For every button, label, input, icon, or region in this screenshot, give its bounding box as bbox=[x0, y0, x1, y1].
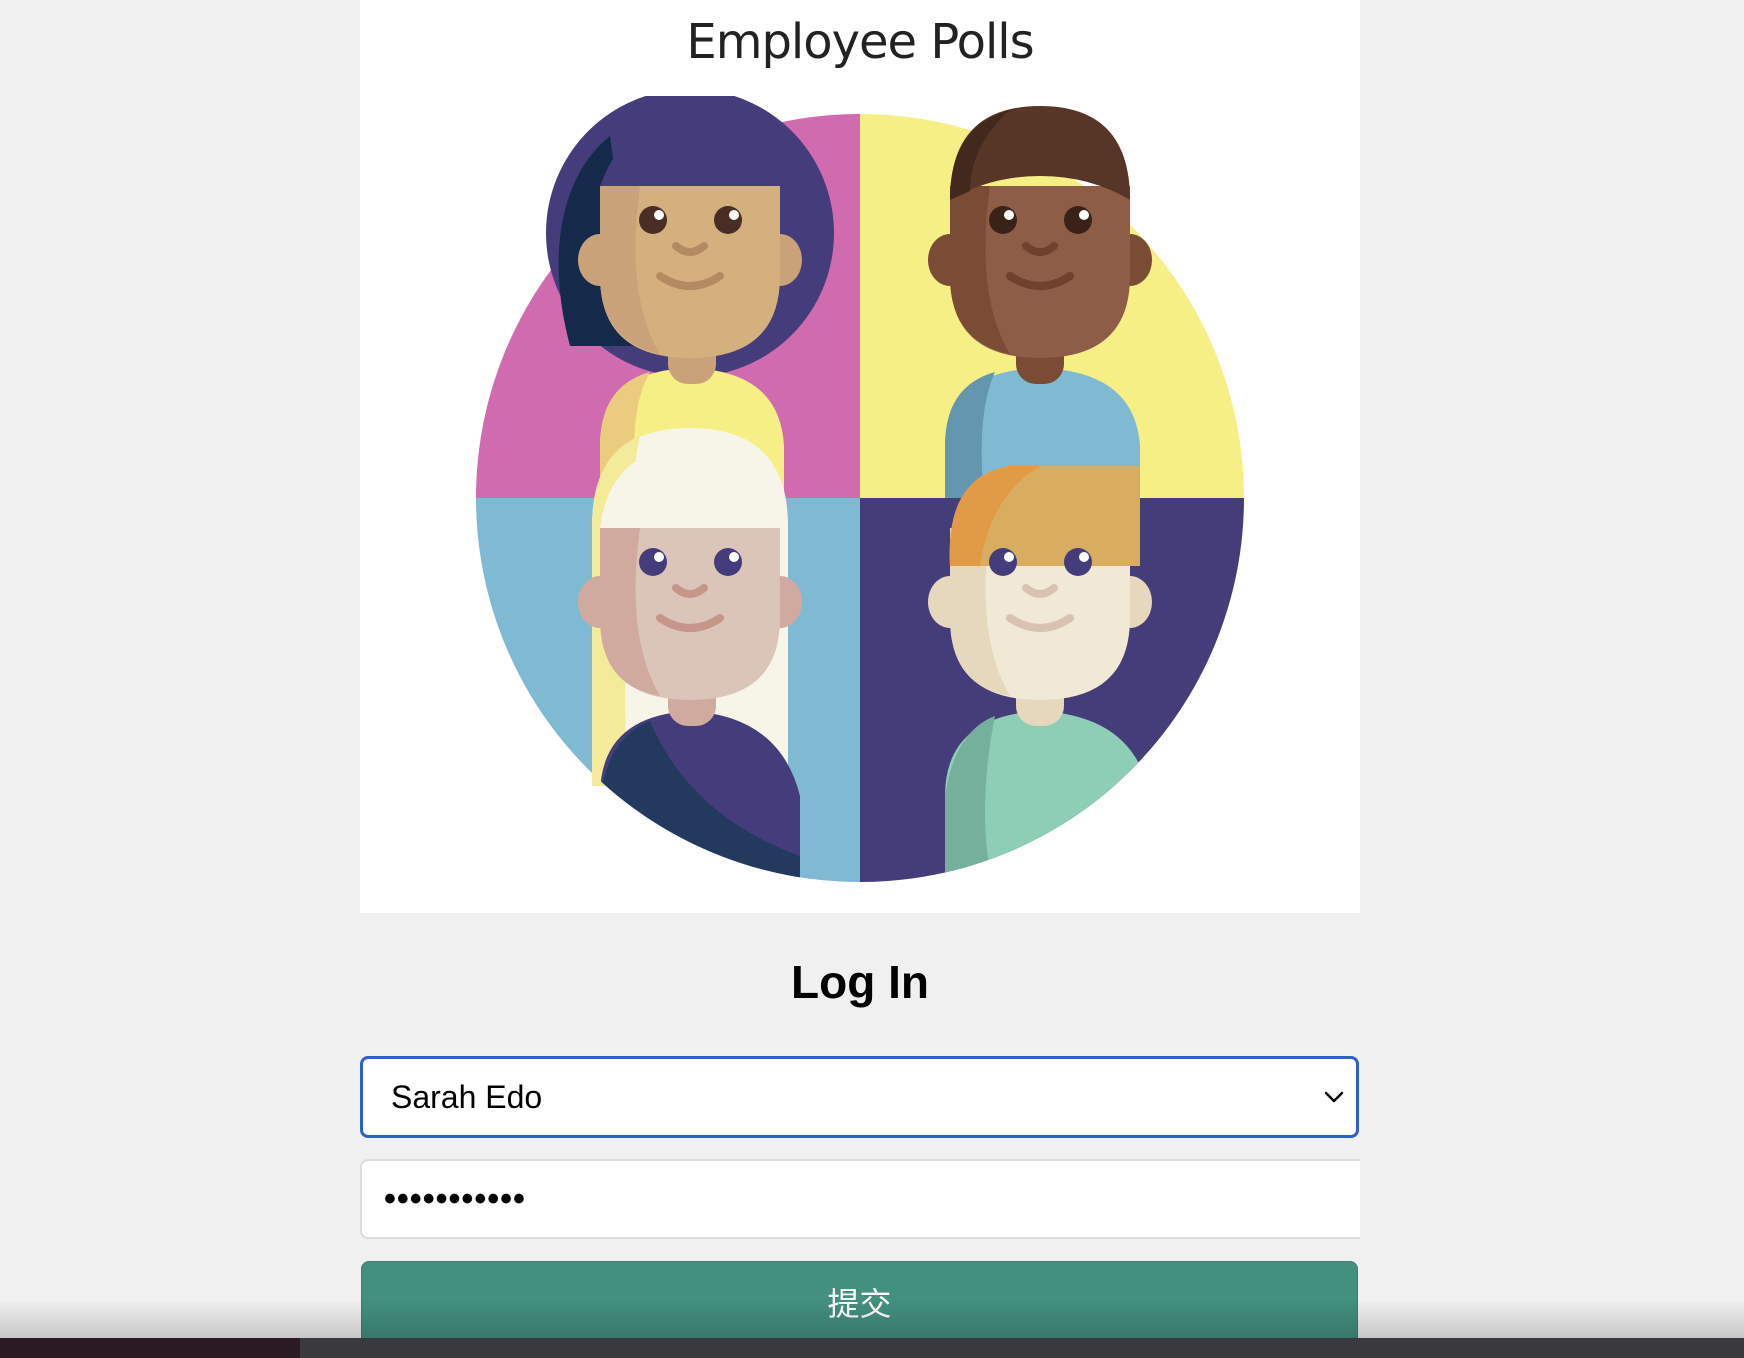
taskbar bbox=[0, 1338, 1744, 1358]
app-title: Employee Polls bbox=[686, 14, 1034, 70]
page: Employee Polls Log In Sarah Edo ••••••••… bbox=[0, 0, 1744, 1358]
login-heading: Log In bbox=[791, 956, 929, 1008]
user-select[interactable]: Sarah Edo bbox=[360, 1056, 1359, 1138]
hero-banner: Employee Polls bbox=[360, 0, 1360, 913]
avatar-3 bbox=[578, 428, 802, 882]
user-select-value: Sarah Edo bbox=[391, 1079, 543, 1115]
employees-illustration bbox=[476, 96, 1244, 882]
avatar-2 bbox=[928, 106, 1152, 498]
password-value: ••••••••••• bbox=[384, 1180, 526, 1218]
chevron-down-icon bbox=[1324, 1091, 1344, 1103]
taskbar-left-segment bbox=[0, 1338, 300, 1358]
password-input[interactable]: ••••••••••• bbox=[360, 1159, 1360, 1239]
